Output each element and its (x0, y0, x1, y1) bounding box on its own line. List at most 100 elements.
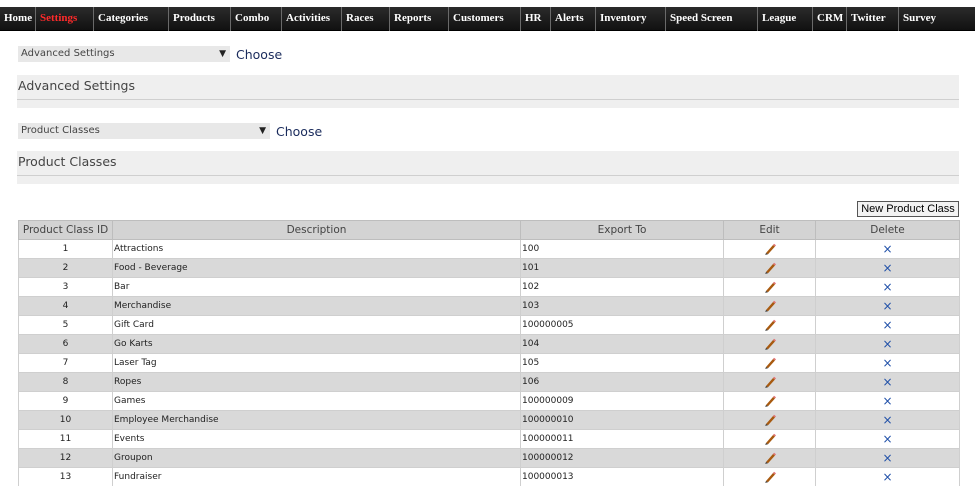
pencil-icon[interactable] (763, 414, 777, 426)
table-row: 3 Bar 102 × (18, 277, 960, 297)
close-icon[interactable]: × (882, 242, 892, 256)
nav-item-combo[interactable]: Combo (230, 6, 281, 31)
product-classes-header: Product Classes (17, 151, 959, 176)
cell-edit (723, 353, 816, 373)
close-icon[interactable]: × (882, 451, 892, 465)
nav-item-league[interactable]: League (757, 6, 812, 31)
settings-select-row: Advanced Settings ▼ Choose (18, 46, 282, 62)
cell-export-to: 104 (520, 334, 724, 354)
pencil-icon[interactable] (763, 433, 777, 445)
nav-item-alerts[interactable]: Alerts (550, 6, 595, 31)
close-icon[interactable]: × (882, 432, 892, 446)
cell-id: 11 (18, 429, 113, 449)
cell-export-to: 100000005 (520, 315, 724, 335)
cell-delete: × (815, 448, 960, 468)
pencil-icon[interactable] (763, 357, 777, 369)
cell-id: 6 (18, 334, 113, 354)
column-header-id[interactable]: Product Class ID (18, 220, 113, 240)
settings-choose-link[interactable]: Choose (236, 47, 282, 62)
cell-id: 12 (18, 448, 113, 468)
cell-description: Gift Card (112, 315, 521, 335)
cell-edit (723, 372, 816, 392)
nav-item-races[interactable]: Races (341, 6, 389, 31)
cell-edit (723, 429, 816, 449)
top-navigation: Home Settings Categories Products Combo Activ… (0, 6, 975, 31)
pencil-icon[interactable] (763, 262, 777, 274)
class-select-row: Product Classes ▼ Choose (18, 123, 322, 139)
cell-id: 7 (18, 353, 113, 373)
cell-edit (723, 410, 816, 430)
pencil-icon[interactable] (763, 338, 777, 350)
close-icon[interactable]: × (882, 356, 892, 370)
nav-item-products[interactable]: Products (168, 6, 230, 31)
cell-description: Bar (112, 277, 521, 297)
pencil-icon[interactable] (763, 452, 777, 464)
table-row: 8 Ropes 106 × (18, 372, 960, 392)
section-divider (17, 175, 959, 184)
nav-item-inventory[interactable]: Inventory (595, 6, 665, 31)
nav-item-survey[interactable]: Survey (898, 6, 945, 31)
cell-export-to: 100000011 (520, 429, 724, 449)
nav-item-hr[interactable]: HR (520, 6, 550, 31)
cell-delete: × (815, 353, 960, 373)
table-row: 7 Laser Tag 105 × (18, 353, 960, 373)
pencil-icon[interactable] (763, 471, 777, 483)
close-icon[interactable]: × (882, 375, 892, 389)
class-choose-link[interactable]: Choose (276, 124, 322, 139)
column-header-edit: Edit (723, 220, 816, 240)
pencil-icon[interactable] (763, 319, 777, 331)
close-icon[interactable]: × (882, 413, 892, 427)
nav-item-twitter[interactable]: Twitter (846, 6, 898, 31)
cell-export-to: 106 (520, 372, 724, 392)
close-icon[interactable]: × (882, 261, 892, 275)
pencil-icon[interactable] (763, 281, 777, 293)
nav-item-activities[interactable]: Activities (281, 6, 341, 31)
pencil-icon[interactable] (763, 376, 777, 388)
cell-description: Employee Merchandise (112, 410, 521, 430)
cell-delete: × (815, 410, 960, 430)
cell-edit (723, 277, 816, 297)
chevron-down-icon: ▼ (259, 126, 266, 136)
cell-edit (723, 467, 816, 486)
nav-item-customers[interactable]: Customers (448, 6, 520, 31)
close-icon[interactable]: × (882, 280, 892, 294)
table-row: 10 Employee Merchandise 100000010 × (18, 410, 960, 430)
close-icon[interactable]: × (882, 299, 892, 313)
cell-export-to: 100000010 (520, 410, 724, 430)
close-icon[interactable]: × (882, 470, 892, 484)
cell-id: 9 (18, 391, 113, 411)
new-product-class-button[interactable]: New Product Class (857, 201, 959, 217)
column-header-delete: Delete (815, 220, 960, 240)
nav-item-categories[interactable]: Categories (93, 6, 168, 31)
pencil-icon[interactable] (763, 243, 777, 255)
cell-id: 2 (18, 258, 113, 278)
column-header-description[interactable]: Description (112, 220, 521, 240)
cell-description: Laser Tag (112, 353, 521, 373)
table-row: 6 Go Karts 104 × (18, 334, 960, 354)
close-icon[interactable]: × (882, 394, 892, 408)
cell-edit (723, 315, 816, 335)
close-icon[interactable]: × (882, 337, 892, 351)
product-class-select[interactable]: Product Classes ▼ (18, 123, 270, 139)
cell-edit (723, 239, 816, 259)
cell-delete: × (815, 239, 960, 259)
cell-id: 5 (18, 315, 113, 335)
nav-item-speed-screen[interactable]: Speed Screen (665, 6, 757, 31)
pencil-icon[interactable] (763, 395, 777, 407)
nav-item-settings[interactable]: Settings (35, 6, 93, 31)
product-classes-table: Product Class ID Description Export To E… (18, 220, 960, 486)
cell-delete: × (815, 391, 960, 411)
close-icon[interactable]: × (882, 318, 892, 332)
nav-item-reports[interactable]: Reports (389, 6, 448, 31)
nav-item-crm[interactable]: CRM (812, 6, 846, 31)
table-row: 13 Fundraiser 100000013 × (18, 467, 960, 486)
nav-item-home[interactable]: Home (0, 7, 35, 31)
settings-select[interactable]: Advanced Settings ▼ (18, 46, 230, 62)
column-header-export-to[interactable]: Export To (520, 220, 724, 240)
table-row: 11 Events 100000011 × (18, 429, 960, 449)
table-header-row: Product Class ID Description Export To E… (18, 220, 960, 240)
cell-delete: × (815, 315, 960, 335)
pencil-icon[interactable] (763, 300, 777, 312)
table-row: 12 Groupon 100000012 × (18, 448, 960, 468)
product-class-select-value: Product Classes (21, 125, 100, 136)
